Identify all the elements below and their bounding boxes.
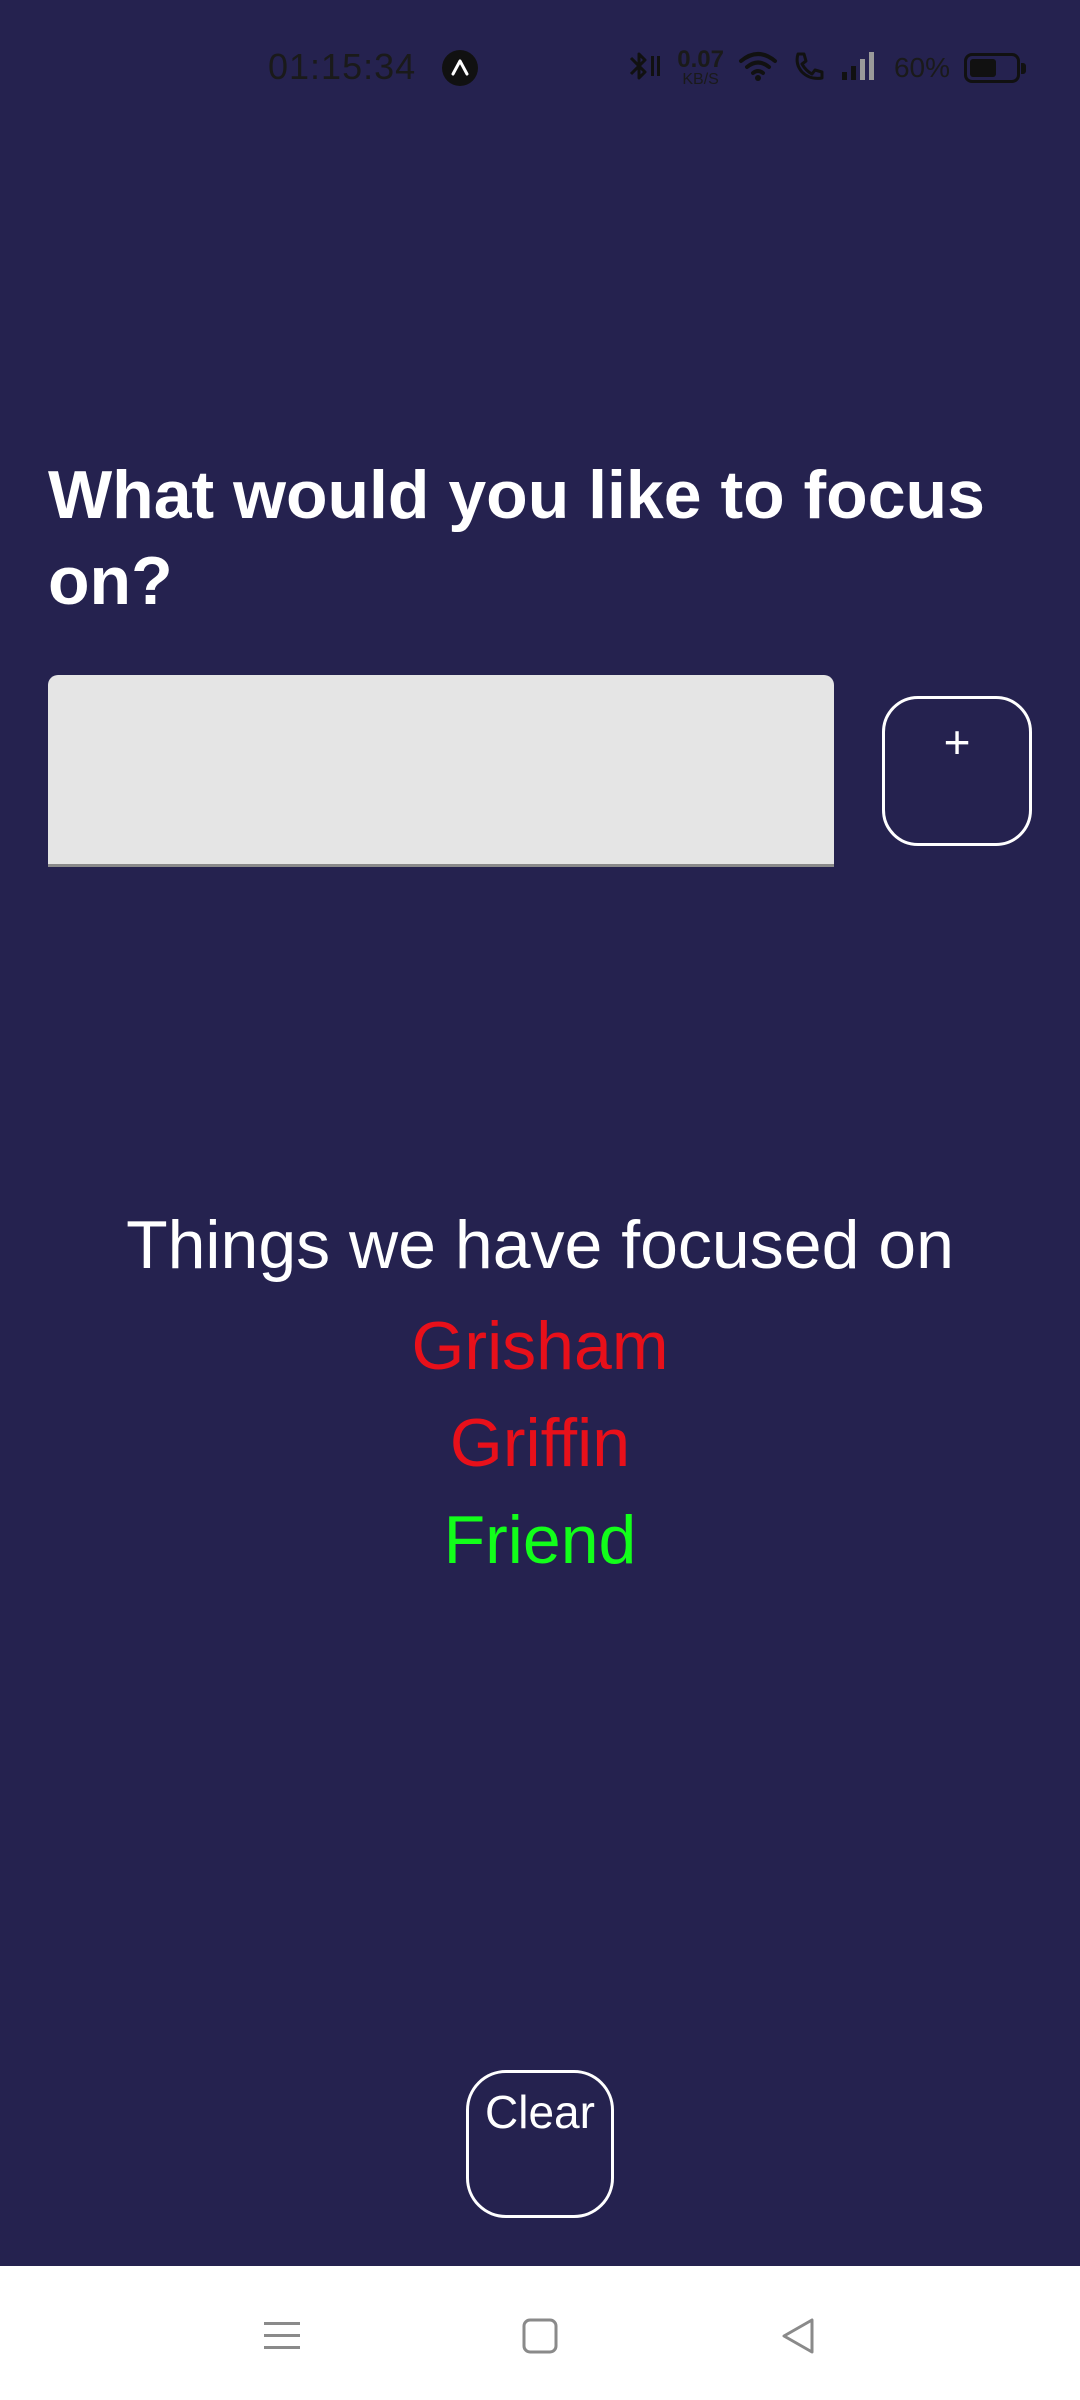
battery-icon	[964, 53, 1026, 83]
focus-list: Grisham Griffin Friend	[0, 1298, 1080, 1589]
battery-level-fill	[970, 59, 996, 77]
focus-list-item: Friend	[443, 1502, 637, 1578]
wifi-icon	[738, 50, 778, 87]
network-speed-value: 0.07	[677, 46, 724, 73]
call-icon	[792, 50, 826, 87]
focus-input[interactable]	[48, 675, 834, 867]
focus-list-item: Grisham	[411, 1308, 669, 1384]
status-time: 01:15:34	[268, 46, 417, 87]
page-title: What would you like to focus on?	[48, 457, 985, 619]
back-icon[interactable]	[758, 2296, 838, 2376]
network-speed: 0.07 KB/S	[677, 48, 724, 88]
focus-list-item: Griffin	[449, 1405, 631, 1481]
add-button-label: +	[943, 716, 971, 768]
add-button[interactable]: +	[882, 696, 1032, 846]
status-bar: 01:15:34 0.07 KB/S 60%	[0, 0, 1080, 140]
clear-button[interactable]: Clear	[466, 2070, 614, 2218]
home-icon[interactable]	[500, 2296, 580, 2376]
status-right-group: 0.07 KB/S 60%	[625, 46, 1026, 90]
clear-button-label: Clear	[485, 2086, 595, 2138]
app-screen: 01:15:34 0.07 KB/S 60% What would you li…	[0, 0, 1080, 2400]
menu-icon[interactable]	[242, 2296, 322, 2376]
app-badge-icon	[442, 50, 478, 86]
bluetooth-icon	[625, 48, 663, 89]
battery-percent: 60%	[893, 52, 950, 83]
network-speed-unit: KB/S	[682, 71, 719, 88]
signal-icon	[840, 50, 880, 87]
navigation-bar	[0, 2266, 1080, 2400]
list-title: Things we have focused on	[126, 1207, 954, 1283]
